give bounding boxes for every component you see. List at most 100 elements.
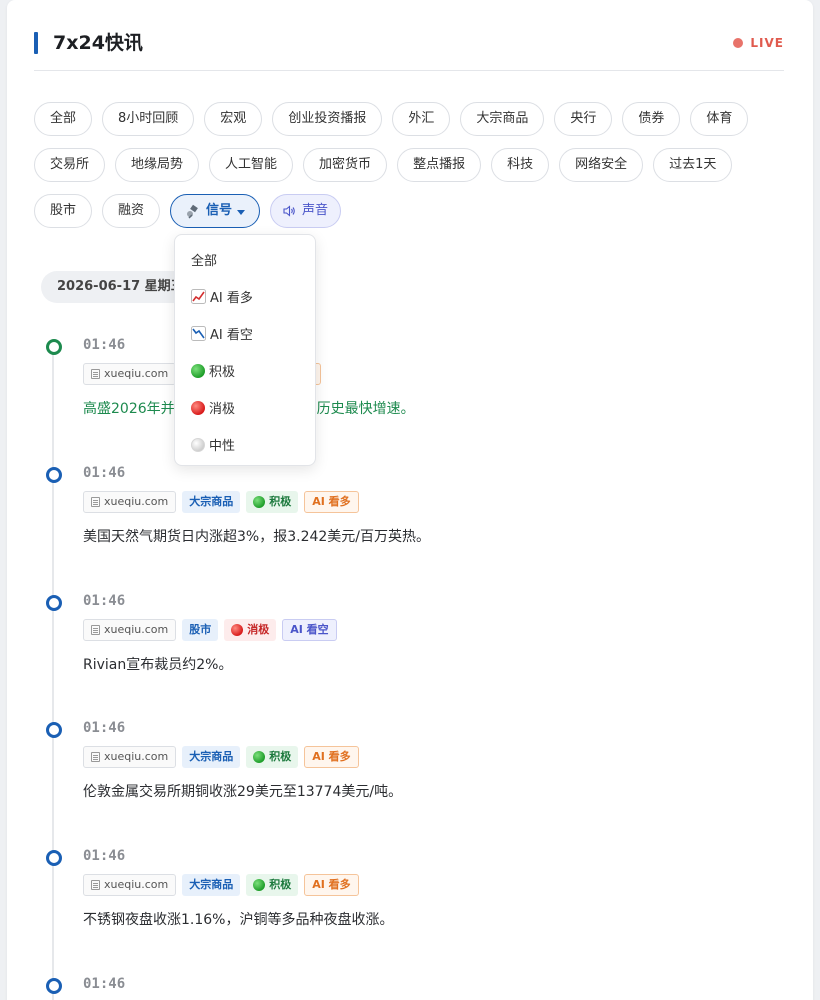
news-time: 01:46 [83, 337, 126, 353]
filter-chip-sports[interactable]: 体育 [690, 102, 749, 136]
sentiment-tag-positive: 积极 [246, 491, 299, 513]
sound-label: 声音 [302, 203, 329, 218]
news-tags: xueqiu.com 大宗商品 积极 AI 看多 [83, 874, 359, 896]
filter-chip-exchange[interactable]: 交易所 [34, 148, 106, 182]
document-icon [91, 625, 100, 635]
sentiment-tag-positive: 积极 [246, 874, 299, 896]
option-label: AI 看多 [210, 291, 253, 306]
news-item[interactable]: 01:46 xueqiu.com 大宗商品 积极 AI 看多 伦敦金属交易所期铜… [45, 720, 765, 820]
source-tag[interactable]: xueqiu.com [83, 363, 177, 385]
news-content: Rivian宣布裁员约2%。 [83, 657, 233, 673]
news-item[interactable]: 01:46 xueqiu.com 大宗商品 积极 AI 看多 美国天然气期货日内… [45, 465, 765, 565]
news-tags: xueqiu.com 大宗商品 积极 AI 看多 [83, 746, 359, 768]
green-circle-icon [191, 363, 205, 378]
filter-chip-all[interactable]: 全部 [34, 102, 93, 136]
chevron-down-icon [237, 209, 246, 215]
source-text: xueqiu.com [104, 623, 169, 636]
category-tag[interactable]: 大宗商品 [182, 874, 241, 896]
signal-option-ai-bull[interactable]: AI 看多 [175, 278, 315, 315]
category-tag[interactable]: 大宗商品 [182, 491, 241, 513]
filter-chip-crypto[interactable]: 加密货币 [303, 148, 388, 182]
news-tags: xueqiu.com 大宗商品 积极 AI 看多 [83, 491, 359, 513]
sentiment-tag-negative: 消极 [224, 619, 277, 641]
source-text: xueqiu.com [104, 878, 169, 891]
option-label: 积极 [209, 365, 236, 380]
filter-row-1: 全部 8小时回顾 宏观 创业投资播报 外汇 大宗商品 央行 债券 体育 [34, 102, 794, 136]
timeline-node [46, 978, 62, 994]
filter-chip-financing[interactable]: 融资 [102, 194, 161, 228]
panel-header: 7x24快讯 LIVE [34, 30, 784, 71]
signal-option-all[interactable]: 全部 [175, 241, 315, 278]
news-time: 01:46 [83, 848, 126, 864]
news-time: 01:46 [83, 593, 126, 609]
filter-chip-bonds[interactable]: 债券 [622, 102, 681, 136]
signal-option-ai-bear[interactable]: AI 看空 [175, 315, 315, 352]
news-item[interactable]: 01:46 xueqiu.com 多 高盛2026年并，创历史最快增速。 [45, 337, 765, 437]
news-text-head: 高盛2026年并 [83, 401, 175, 417]
document-icon [91, 752, 100, 762]
filter-chip-hourly[interactable]: 整点播报 [397, 148, 482, 182]
news-item[interactable]: 01:46 xueqiu.com 股市 消极 AI 看空 Rivian宣布裁员约… [45, 593, 765, 693]
news-item[interactable]: 01:46 [45, 976, 765, 1000]
filter-row-2: 交易所 地缘局势 人工智能 加密货币 整点播报 科技 网络安全 过去1天 [34, 148, 794, 182]
filter-chip-cybersecurity[interactable]: 网络安全 [559, 148, 644, 182]
filter-chip-ai[interactable]: 人工智能 [209, 148, 294, 182]
chart-down-icon [191, 326, 206, 341]
filter-row-3: 股市 融资 信号 声音 [34, 194, 794, 228]
category-tag[interactable]: 大宗商品 [182, 746, 241, 768]
signal-option-positive[interactable]: 积极 [175, 352, 315, 389]
signal-dropdown-menu: 全部 AI 看多 AI 看空 积极 消极 中性 [174, 234, 316, 466]
filter-chip-vc[interactable]: 创业投资播报 [272, 102, 383, 136]
red-circle-icon [191, 400, 205, 415]
white-circle-icon [191, 437, 205, 452]
sentiment-text: 积极 [269, 495, 292, 508]
timeline-node [46, 339, 62, 355]
signal-option-neutral[interactable]: 中性 [175, 426, 315, 463]
chart-up-icon [191, 289, 206, 304]
ai-bull-tag: AI 看多 [304, 874, 359, 896]
filter-chip-tech[interactable]: 科技 [491, 148, 550, 182]
ai-bull-tag: AI 看多 [304, 491, 359, 513]
filter-chip-past-day[interactable]: 过去1天 [653, 148, 733, 182]
source-tag[interactable]: xueqiu.com [83, 619, 177, 641]
ai-bear-tag: AI 看空 [282, 619, 337, 641]
source-text: xueqiu.com [104, 495, 169, 508]
timeline-node [46, 850, 62, 866]
filter-chip-fx[interactable]: 外汇 [392, 102, 451, 136]
timeline-node [46, 595, 62, 611]
news-item[interactable]: 01:46 xueqiu.com 大宗商品 积极 AI 看多 不锈钢夜盘收涨1.… [45, 848, 765, 948]
filter-chip-central-bank[interactable]: 央行 [554, 102, 613, 136]
speaker-icon [283, 205, 295, 217]
source-tag[interactable]: xueqiu.com [83, 746, 177, 768]
live-dot-icon [733, 38, 744, 48]
source-text: xueqiu.com [104, 750, 169, 763]
filter-chip-geopolitics[interactable]: 地缘局势 [115, 148, 200, 182]
green-circle-icon [253, 751, 266, 763]
filter-chips: 全部 8小时回顾 宏观 创业投资播报 外汇 大宗商品 央行 债券 体育 交易所 … [34, 102, 794, 240]
signal-option-negative[interactable]: 消极 [175, 389, 315, 426]
option-label: 全部 [191, 254, 218, 269]
document-icon [91, 369, 100, 379]
news-content: 伦敦金属交易所期铜收涨29美元至13774美元/吨。 [83, 784, 403, 800]
source-tag[interactable]: xueqiu.com [83, 491, 177, 513]
title-accent-bar [34, 32, 38, 54]
option-label: AI 看空 [210, 328, 253, 343]
signal-label: 信号 [206, 203, 233, 218]
filter-chip-stocks[interactable]: 股市 [34, 194, 93, 228]
source-text: xueqiu.com [104, 367, 169, 380]
news-panel: 7x24快讯 LIVE 全部 8小时回顾 宏观 创业投资播报 外汇 大宗商品 央… [7, 0, 813, 1000]
category-tag[interactable]: 股市 [182, 619, 219, 641]
option-label: 中性 [209, 439, 236, 454]
filter-chip-commodities[interactable]: 大宗商品 [460, 102, 545, 136]
green-circle-icon [253, 879, 266, 891]
sentiment-text: 消极 [247, 623, 270, 636]
timeline-node [46, 722, 62, 738]
source-tag[interactable]: xueqiu.com [83, 874, 177, 896]
sound-toggle-button[interactable]: 声音 [270, 194, 342, 228]
filter-chip-macro[interactable]: 宏观 [204, 102, 263, 136]
timeline-node [46, 467, 62, 483]
news-tags: xueqiu.com 股市 消极 AI 看空 [83, 619, 337, 641]
filter-chip-8h-review[interactable]: 8小时回顾 [102, 102, 195, 136]
signal-dropdown-button[interactable]: 信号 [170, 194, 261, 228]
document-icon [91, 880, 100, 890]
